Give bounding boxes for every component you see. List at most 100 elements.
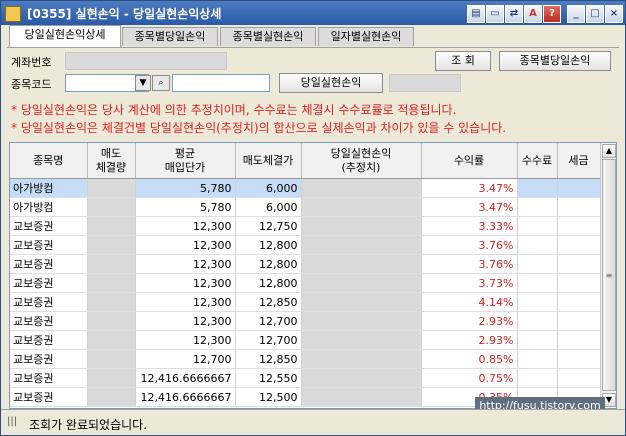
sell-qty-cell	[87, 292, 136, 312]
return-rate-cell: 3.47%	[421, 197, 518, 217]
grip-icon: |||	[7, 416, 18, 427]
minimize-button[interactable]: _	[567, 5, 585, 23]
tab-daily-realized-detail[interactable]: 당일실현손익상세	[9, 25, 121, 47]
realized-pnl-cell	[301, 254, 422, 274]
realized-pnl-cell	[301, 197, 422, 217]
realized-pnl-cell	[301, 330, 422, 350]
return-rate-cell: 3.73%	[421, 273, 518, 293]
table-row[interactable]: 교보증권 12,300 12,800 3.73%	[10, 273, 601, 293]
sell-price-cell: 12,800	[235, 273, 302, 293]
avg-price-cell: 12,300	[135, 235, 236, 255]
fee-cell	[517, 178, 558, 198]
sell-qty-cell	[87, 330, 136, 350]
avg-price-cell: 12,300	[135, 292, 236, 312]
stock-daily-pnl-button[interactable]: 종목별당일손익	[499, 51, 611, 71]
column-header[interactable]: 당일실현손익 (추정치)	[301, 143, 422, 179]
stock-name-cell: 교보증권	[10, 292, 88, 312]
tax-cell	[557, 254, 601, 274]
return-rate-cell: 0.85%	[421, 349, 518, 369]
realized-pnl-cell	[301, 311, 422, 331]
chevron-down-icon[interactable]: ▼	[135, 75, 151, 91]
window-icon[interactable]: ▭	[486, 5, 504, 23]
sell-price-cell: 12,700	[235, 330, 302, 350]
return-rate-cell: 2.93%	[421, 330, 518, 350]
title-bar[interactable]: [0355] 실현손익 - 당일실현손익상세 ▤ ▭ ⇄ A ? _ □ ×	[1, 1, 625, 25]
table-header-row: 종목명 매도 체결량 평균 매입단가 매도체결가 당일실현손익 (추정치) 수익률 수…	[10, 143, 601, 179]
tab-realized-pnl-by-stock[interactable]: 종목별실현손익	[220, 27, 316, 46]
sell-price-cell: 12,500	[235, 387, 302, 407]
avg-price-cell: 12,300	[135, 330, 236, 350]
column-header[interactable]: 세금	[557, 143, 601, 179]
table-row[interactable]: 교보증권 12,300 12,800 3.76%	[10, 235, 601, 255]
tab-bar: 당일실현손익상세 종목별당일손익 종목별실현손익 일자별실현손익	[9, 25, 617, 47]
sell-price-cell: 12,850	[235, 292, 302, 312]
stock-name-cell: 아가방컴	[10, 178, 88, 198]
avg-price-cell: 12,300	[135, 254, 236, 274]
return-rate-cell: 3.76%	[421, 235, 518, 255]
account-number-field[interactable]	[65, 52, 227, 70]
return-rate-cell: 3.76%	[421, 254, 518, 274]
column-header[interactable]: 매도체결가	[235, 143, 302, 179]
link-icon[interactable]: ⇄	[505, 5, 523, 23]
pnl-table: 종목명 매도 체결량 평균 매입단가 매도체결가 당일실현손익 (추정치) 수익률 수…	[9, 142, 617, 409]
help-icon[interactable]: ?	[543, 5, 561, 23]
sell-qty-cell	[87, 178, 136, 198]
sell-qty-cell	[87, 197, 136, 217]
stock-code-label: 종목코드	[11, 78, 52, 91]
column-header[interactable]: 종목명	[10, 143, 88, 179]
stock-name-cell: 아가방컴	[10, 197, 88, 217]
realized-pnl-cell	[301, 273, 422, 293]
layout-icon[interactable]: ▤	[467, 5, 485, 23]
column-header[interactable]: 평균 매입단가	[135, 143, 236, 179]
scroll-up-icon[interactable]: ▲	[602, 144, 616, 158]
fee-cell	[517, 330, 558, 350]
daily-pnl-value	[389, 74, 461, 92]
realized-pnl-cell	[301, 178, 422, 198]
return-rate-cell: 4.14%	[421, 292, 518, 312]
maximize-button[interactable]: □	[586, 5, 604, 23]
fee-cell	[517, 292, 558, 312]
stock-name-cell: 교보증권	[10, 216, 88, 236]
daily-pnl-label: 당일실현손익	[279, 73, 383, 93]
tab-daily-pnl-by-stock[interactable]: 종목별당일손익	[122, 27, 218, 46]
tax-cell	[557, 330, 601, 350]
stock-name-cell: 교보증권	[10, 330, 88, 350]
column-header[interactable]: 매도 체결량	[87, 143, 136, 179]
sell-price-cell: 6,000	[235, 197, 302, 217]
table-row[interactable]: 교보증권 12,700 12,850 0.85%	[10, 349, 601, 369]
column-header[interactable]: 수익률	[421, 143, 518, 179]
column-header[interactable]: 수수료	[517, 143, 558, 179]
table-row[interactable]: 교보증권 12,300 12,750 3.33%	[10, 216, 601, 236]
table-row[interactable]: 아가방컴 5,780 6,000 3.47%	[10, 178, 601, 198]
stock-name-cell: 교보증권	[10, 387, 88, 407]
fee-cell	[517, 368, 558, 388]
app-window: [0355] 실현손익 - 당일실현손익상세 ▤ ▭ ⇄ A ? _ □ × 당…	[0, 0, 626, 436]
close-button[interactable]: ×	[605, 5, 623, 23]
query-button[interactable]: 조 회	[435, 51, 491, 71]
scroll-thumb[interactable]: ≡	[602, 159, 616, 391]
avg-price-cell: 12,300	[135, 273, 236, 293]
fee-cell	[517, 216, 558, 236]
avg-price-cell: 12,416.6666667	[135, 368, 236, 388]
table-row[interactable]: 교보증권 12,300 12,800 3.76%	[10, 254, 601, 274]
status-message: 조회가 완료되었습니다.	[29, 418, 148, 432]
stock-name-cell: 교보증권	[10, 368, 88, 388]
tax-cell	[557, 349, 601, 369]
vertical-scrollbar[interactable]: ▲ ≡ ▼	[600, 143, 616, 408]
tax-cell	[557, 178, 601, 198]
table-row[interactable]: 교보증권 12,300 12,700 2.93%	[10, 311, 601, 331]
avg-price-cell: 12,300	[135, 311, 236, 331]
fee-cell	[517, 273, 558, 293]
table-row[interactable]: 교보증권 12,300 12,700 2.93%	[10, 330, 601, 350]
font-icon[interactable]: A	[524, 5, 542, 23]
tax-cell	[557, 197, 601, 217]
tax-cell	[557, 216, 601, 236]
table-row[interactable]: 아가방컴 5,780 6,000 3.47%	[10, 197, 601, 217]
search-icon[interactable]: ⌕	[152, 75, 170, 91]
table-row[interactable]: 교보증권 12,300 12,850 4.14%	[10, 292, 601, 312]
tab-realized-pnl-by-date[interactable]: 일자별실현손익	[318, 27, 414, 46]
return-rate-cell: 3.47%	[421, 178, 518, 198]
status-bar: ||| 조회가 완료되었습니다.	[1, 409, 625, 435]
fee-cell	[517, 349, 558, 369]
table-row[interactable]: 교보증권 12,416.6666667 12,550 0.75%	[10, 368, 601, 388]
